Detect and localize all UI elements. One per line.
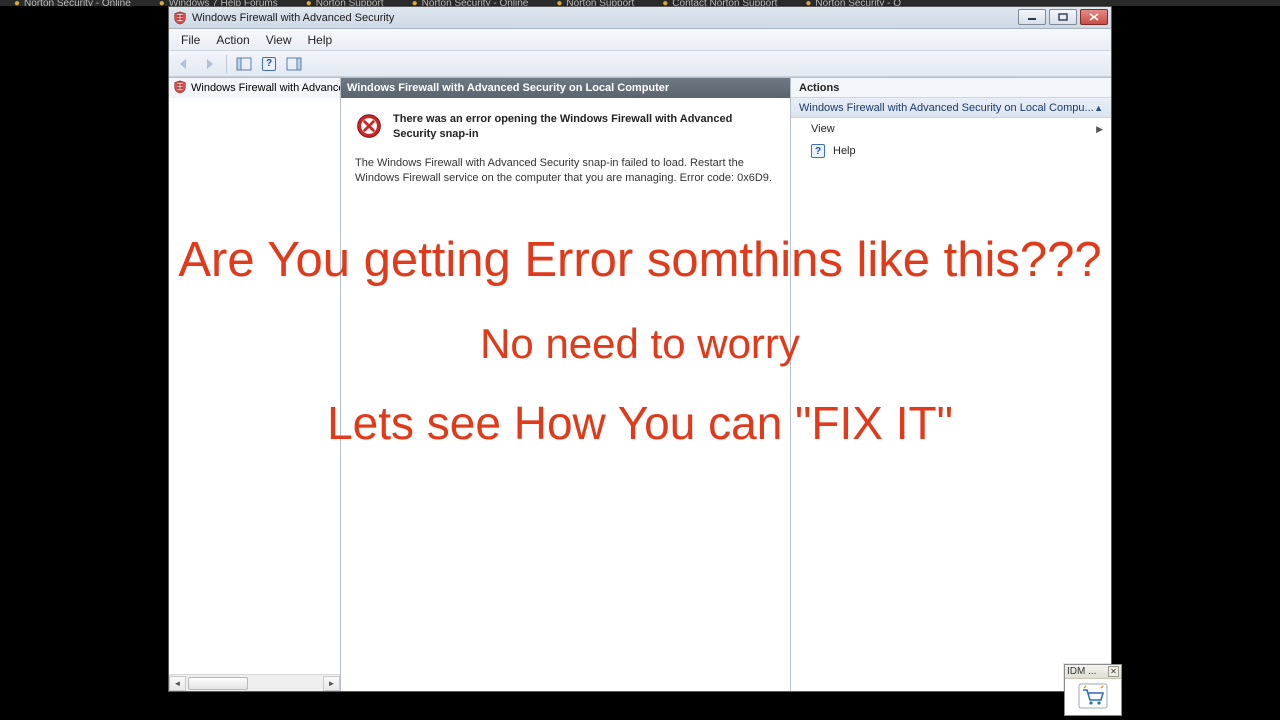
mmc-window: Windows Firewall with Advanced Security … [168, 6, 1112, 692]
tree-horizontal-scrollbar[interactable]: ◄ ► [169, 674, 340, 691]
action-help[interactable]: ? Help [791, 140, 1111, 162]
action-view[interactable]: View ▶ [791, 118, 1111, 140]
content-area: Windows Firewall with Advance ◄ ► Window… [169, 77, 1111, 691]
menu-bar: File Action View Help [169, 29, 1111, 51]
browser-tab[interactable]: ●Norton Security - Online [0, 0, 145, 6]
toolbar: ? [169, 51, 1111, 77]
help-button[interactable]: ? [258, 54, 280, 74]
tree-root-label: Windows Firewall with Advance [191, 82, 340, 94]
menu-view[interactable]: View [258, 30, 300, 50]
window-title: Windows Firewall with Advanced Security [192, 12, 1018, 24]
idm-popup[interactable]: IDM ... ✕ [1064, 664, 1122, 716]
show-hide-tree-button[interactable] [233, 54, 255, 74]
firewall-shield-icon [173, 80, 187, 97]
console-tree-pane: Windows Firewall with Advance ◄ ► [169, 78, 341, 691]
error-title: There was an error opening the Windows F… [393, 112, 776, 142]
error-body: The Windows Firewall with Advanced Secur… [355, 156, 776, 186]
details-header: Windows Firewall with Advanced Security … [341, 78, 790, 98]
menu-help[interactable]: Help [300, 30, 341, 50]
idm-body [1065, 679, 1121, 715]
minimize-button[interactable] [1018, 9, 1046, 25]
idm-title: IDM ... [1067, 666, 1096, 677]
menu-action[interactable]: Action [208, 30, 257, 50]
title-bar[interactable]: Windows Firewall with Advanced Security [169, 7, 1111, 29]
forward-button[interactable] [198, 54, 220, 74]
scroll-thumb[interactable] [188, 677, 248, 690]
idm-close-button[interactable]: ✕ [1108, 666, 1119, 677]
collapse-icon: ▲ [1094, 103, 1103, 113]
close-button[interactable] [1080, 9, 1108, 25]
actions-header: Actions [791, 78, 1111, 98]
tree-root-item[interactable]: Windows Firewall with Advance [169, 78, 340, 98]
error-panel: There was an error opening the Windows F… [341, 98, 790, 185]
cart-icon [1078, 683, 1108, 712]
scroll-track[interactable] [186, 676, 323, 691]
actions-pane: Actions Windows Firewall with Advanced S… [791, 78, 1111, 691]
back-button[interactable] [173, 54, 195, 74]
maximize-button[interactable] [1049, 9, 1077, 25]
menu-file[interactable]: File [173, 30, 208, 50]
idm-title-bar[interactable]: IDM ... ✕ [1065, 665, 1121, 679]
scroll-left-icon[interactable]: ◄ [169, 676, 186, 691]
error-icon [355, 112, 383, 140]
scroll-right-icon[interactable]: ► [323, 676, 340, 691]
action-view-label: View [811, 123, 835, 135]
help-icon: ? [811, 144, 825, 158]
toolbar-separator [226, 55, 227, 73]
firewall-app-icon [173, 11, 187, 25]
actions-group[interactable]: Windows Firewall with Advanced Security … [791, 98, 1111, 118]
action-help-label: Help [833, 145, 856, 157]
show-hide-action-pane-button[interactable] [283, 54, 305, 74]
help-icon: ? [262, 57, 276, 71]
details-pane: Windows Firewall with Advanced Security … [341, 78, 791, 691]
actions-group-label: Windows Firewall with Advanced Security … [799, 102, 1094, 114]
submenu-arrow-icon: ▶ [1096, 124, 1103, 135]
